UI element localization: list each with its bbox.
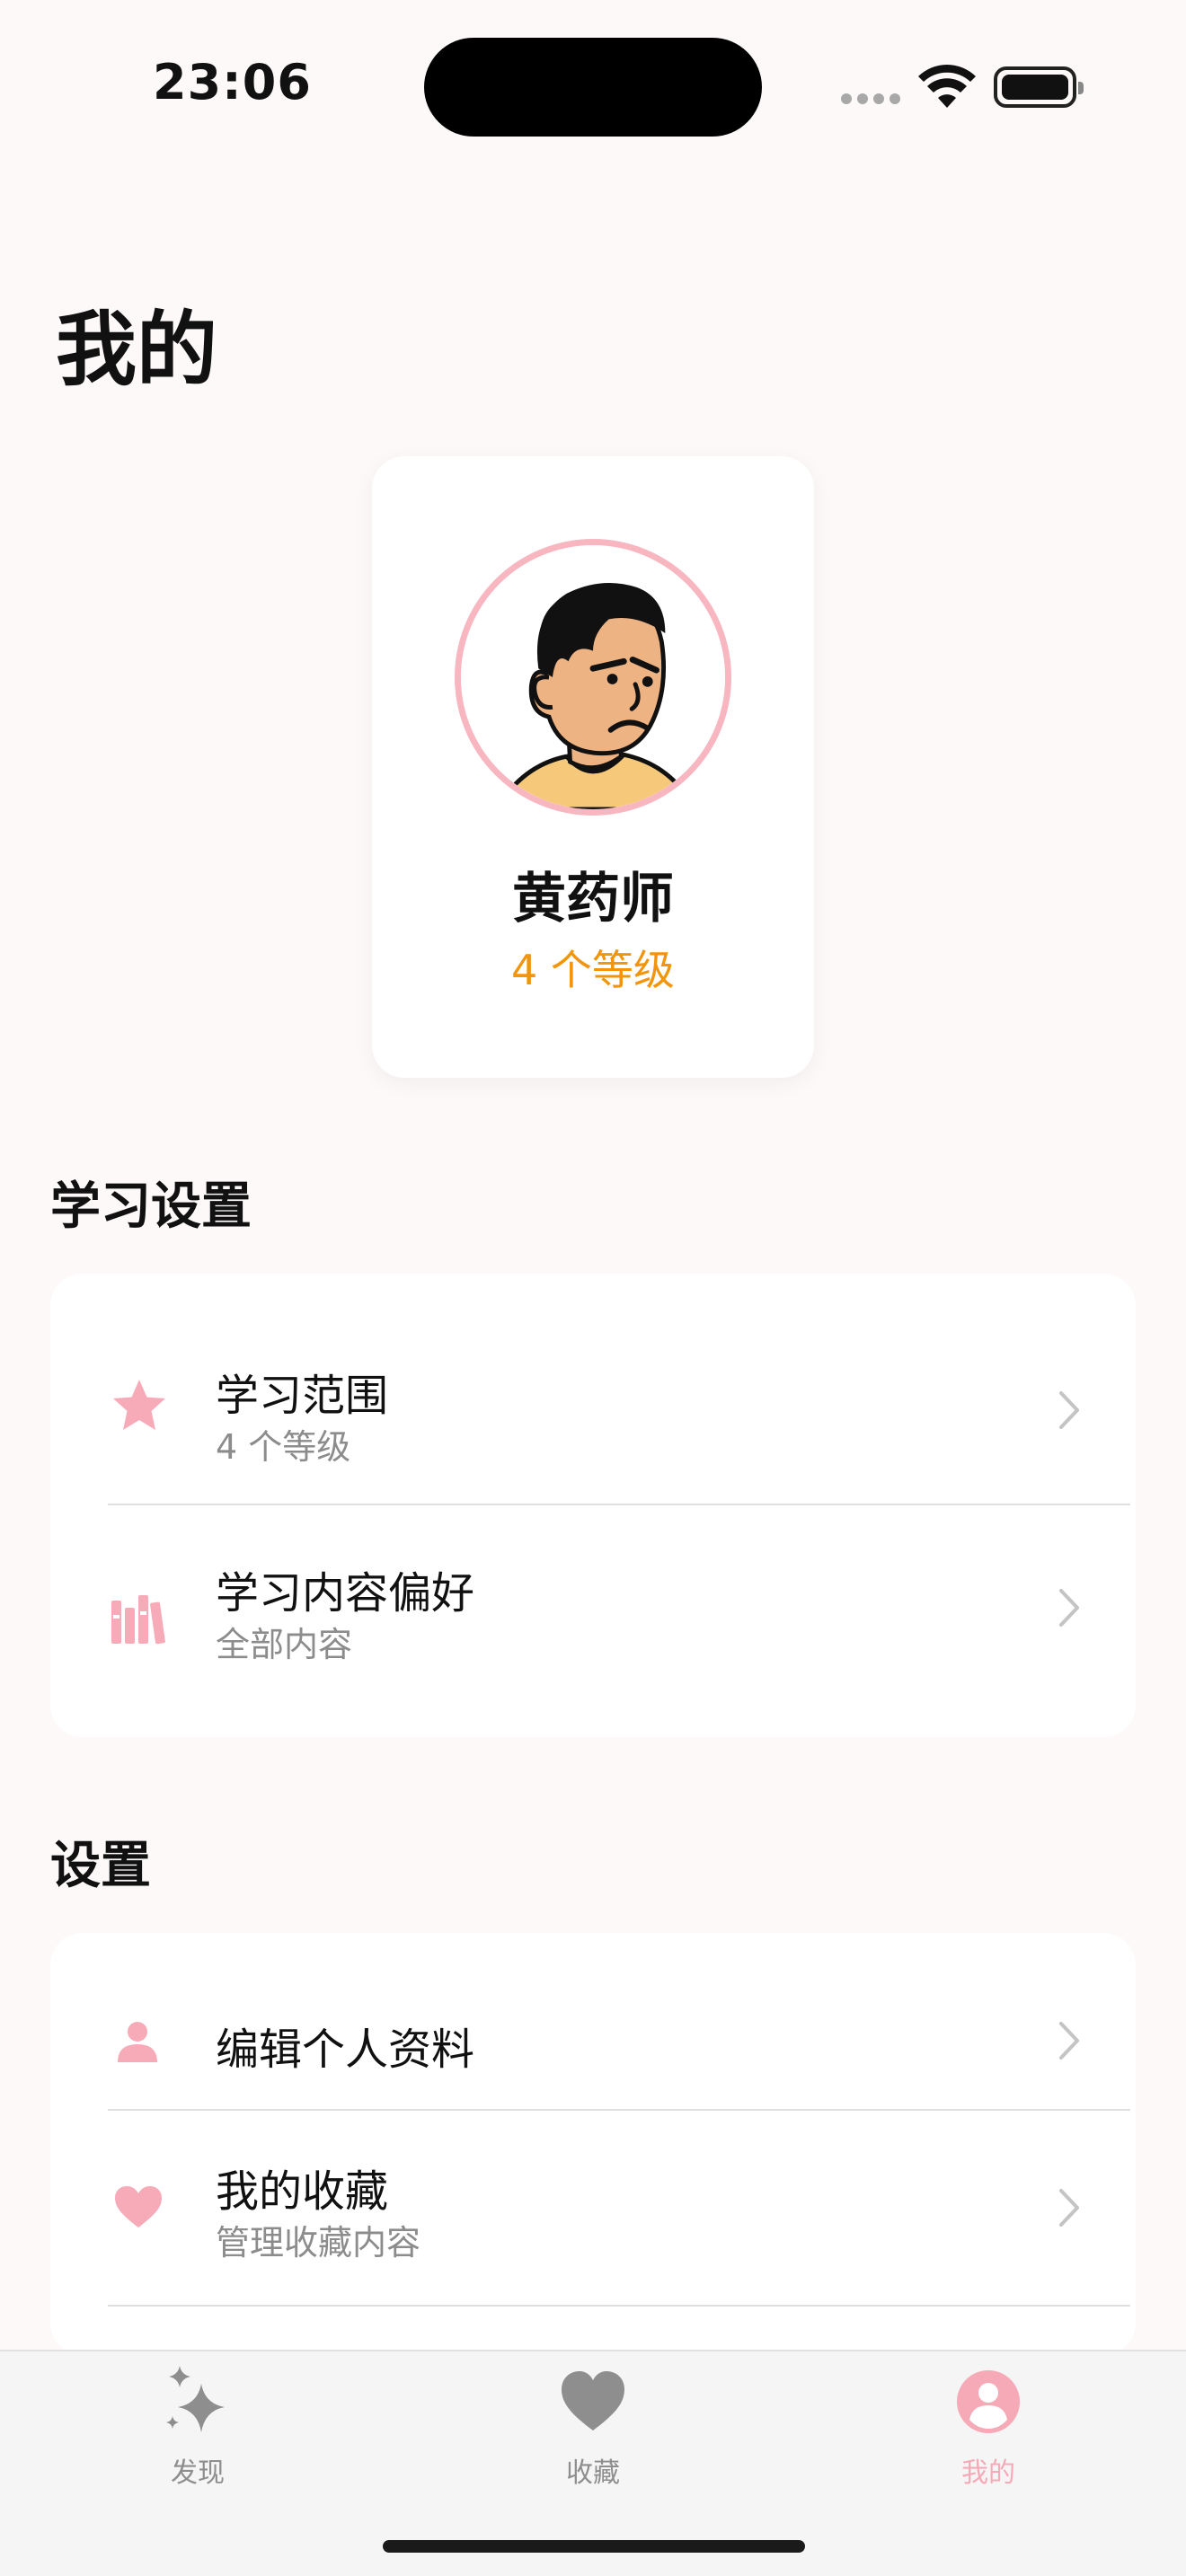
section-title-learning-settings: 学习设置	[50, 1178, 252, 1236]
battery-icon	[994, 66, 1084, 108]
signal-dots-icon	[841, 93, 902, 106]
tab-discover[interactable]: 发现	[108, 2351, 288, 2513]
row-subtitle: 4 个等级	[216, 1427, 351, 1467]
heart-icon	[113, 2184, 164, 2229]
profile-name: 黄药师	[512, 868, 674, 931]
status-bar: 23:06	[0, 0, 1186, 171]
chevron-right-icon	[1057, 2019, 1082, 2062]
divider	[108, 2305, 1130, 2307]
profile-level: 4 个等级	[511, 946, 675, 994]
wifi-icon	[918, 65, 976, 110]
list-item-learning-scope[interactable]: 学习范围 4 个等级	[50, 1274, 1136, 1505]
tab-label: 我的	[961, 2457, 1015, 2489]
status-time: 23:06	[153, 54, 312, 110]
row-title: 学习内容偏好	[216, 1568, 475, 1619]
chevron-right-icon	[1057, 2186, 1082, 2229]
heart-icon	[559, 2364, 627, 2438]
person-circle-icon	[954, 2364, 1022, 2438]
tab-mine[interactable]: 我的	[898, 2351, 1078, 2513]
row-subtitle: 全部内容	[216, 1625, 353, 1664]
tab-favorites[interactable]: 收藏	[503, 2351, 683, 2513]
grumpy-man-avatar	[461, 545, 725, 809]
row-title: 学习范围	[216, 1371, 389, 1421]
profile-screen: 23:06 我的 黄药师 4 个等级 学习设置 学习范围 4 个等级 学习内容偏…	[0, 0, 1186, 2576]
profile-card[interactable]: 黄药师 4 个等级	[372, 456, 814, 1078]
row-title: 编辑个人资料	[216, 2025, 475, 2075]
list-item-my-favorites[interactable]: 我的收藏 管理收藏内容	[50, 2111, 1136, 2305]
dynamic-island	[424, 38, 762, 137]
chevron-right-icon	[1057, 1389, 1082, 1432]
list-item-content-preference[interactable]: 学习内容偏好 全部内容	[50, 1505, 1136, 1737]
home-indicator[interactable]	[383, 2540, 805, 2553]
tab-label: 收藏	[566, 2457, 620, 2489]
sparkles-icon	[164, 2364, 232, 2438]
person-icon	[115, 2019, 160, 2064]
tab-label: 发现	[171, 2457, 225, 2489]
row-subtitle: 管理收藏内容	[216, 2223, 421, 2263]
chevron-right-icon	[1057, 1586, 1082, 1629]
settings-card: 编辑个人资料 我的收藏 管理收藏内容	[50, 1933, 1136, 2355]
avatar[interactable]	[455, 539, 731, 816]
learning-settings-card: 学习范围 4 个等级 学习内容偏好 全部内容	[50, 1274, 1136, 1737]
section-title-settings: 设置	[50, 1837, 151, 1895]
list-item-edit-profile[interactable]: 编辑个人资料	[50, 1933, 1136, 2109]
row-title: 我的收藏	[216, 2166, 389, 2217]
star-icon	[110, 1376, 169, 1435]
page-title: 我的	[56, 303, 217, 397]
books-icon	[110, 1588, 169, 1647]
